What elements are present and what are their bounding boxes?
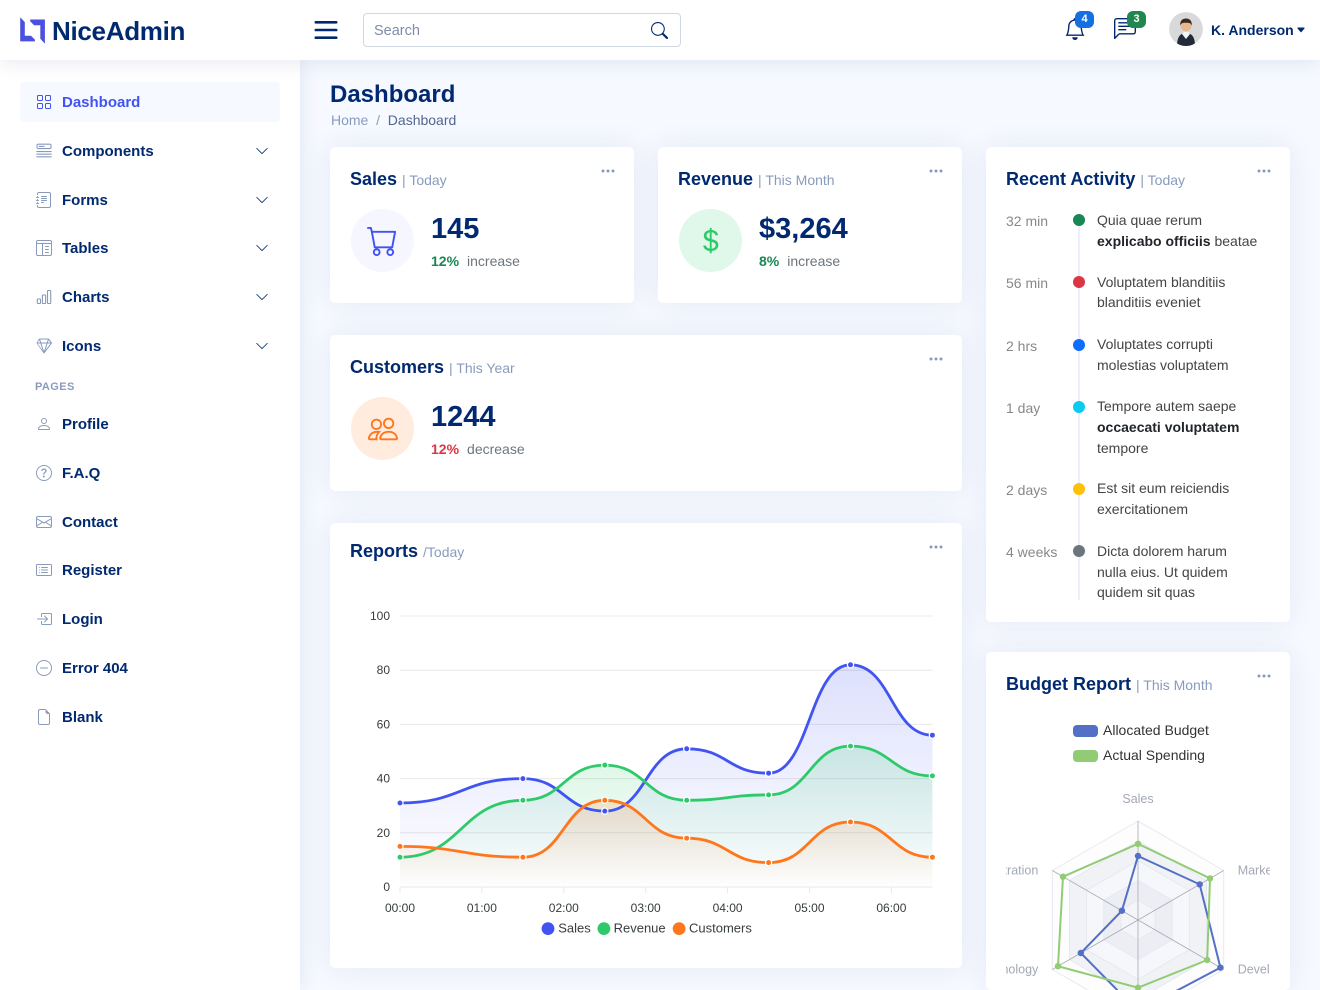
svg-text:0: 0 — [383, 880, 390, 894]
svg-text:Customers: Customers — [689, 921, 752, 936]
svg-text:03:00: 03:00 — [631, 901, 661, 915]
svg-text:Sales: Sales — [1122, 792, 1153, 806]
svg-text:Administration: Administration — [986, 864, 1038, 878]
svg-text:Development: Development — [1238, 963, 1290, 977]
svg-text:80: 80 — [377, 663, 391, 677]
svg-text:40: 40 — [377, 772, 391, 786]
svg-text:20: 20 — [377, 826, 391, 840]
svg-text:04:00: 04:00 — [713, 901, 743, 915]
svg-text:02:00: 02:00 — [549, 901, 579, 915]
svg-text:Information Technology: Information Technology — [986, 963, 1039, 977]
svg-text:Revenue: Revenue — [614, 921, 666, 936]
svg-text:Marketing: Marketing — [1238, 864, 1290, 878]
svg-text:60: 60 — [377, 717, 391, 731]
svg-text:Sales: Sales — [558, 921, 591, 936]
svg-text:00:00: 00:00 — [385, 901, 415, 915]
svg-text:100: 100 — [370, 609, 390, 623]
svg-text:06:00: 06:00 — [876, 901, 906, 915]
svg-text:01:00: 01:00 — [467, 901, 497, 915]
svg-text:05:00: 05:00 — [794, 901, 824, 915]
